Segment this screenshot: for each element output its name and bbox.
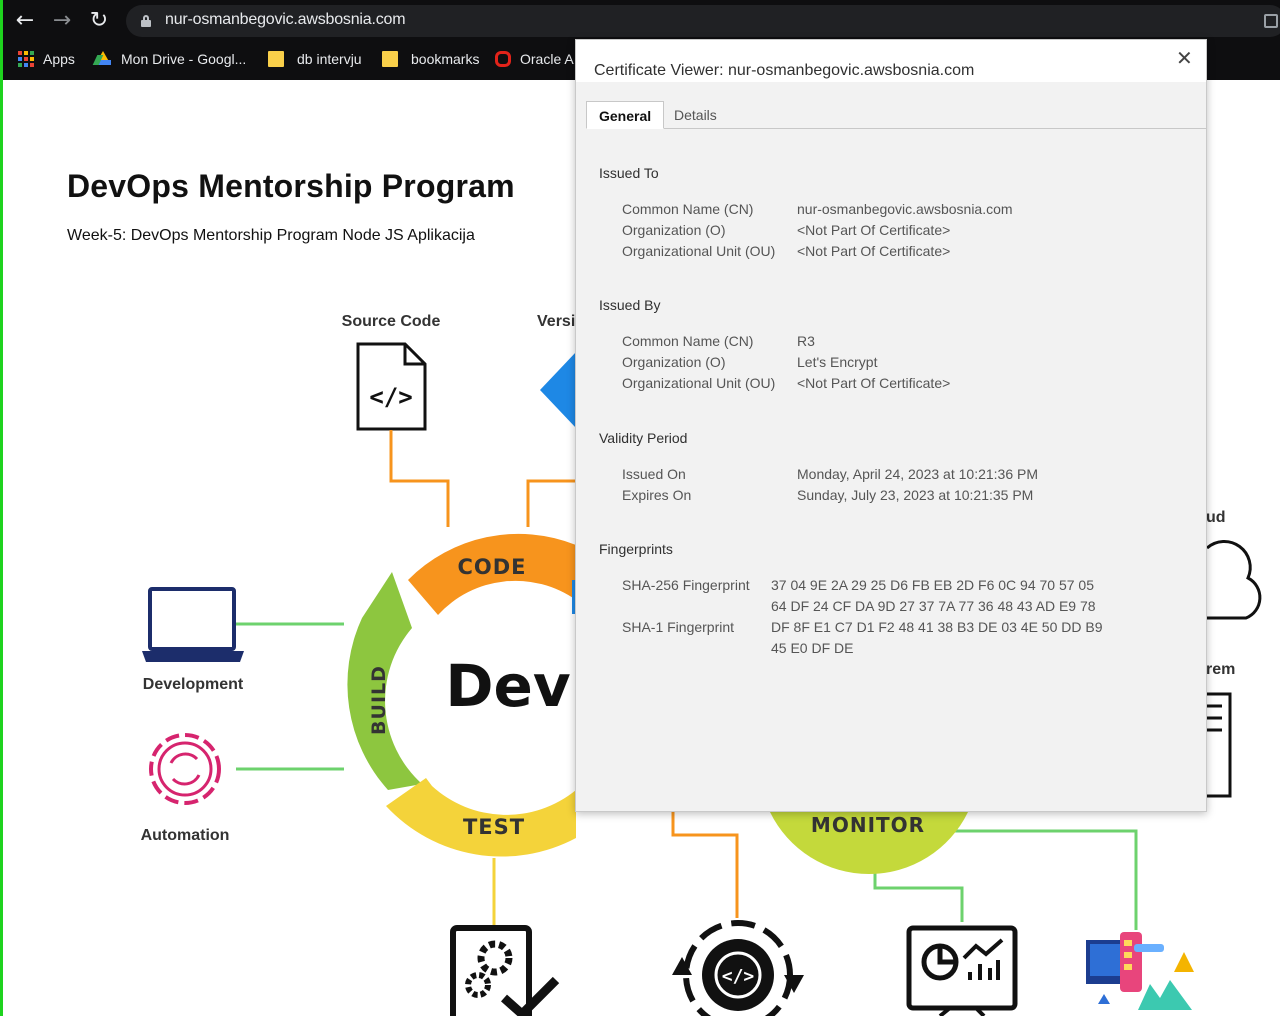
field-value: 45 E0 DF DE xyxy=(771,640,854,656)
cloud-label: ud xyxy=(1206,509,1226,526)
connector-line xyxy=(526,479,576,527)
development-label: Development xyxy=(143,676,244,693)
field-value: 64 DF 24 CF DA 9D 27 37 7A 77 36 48 43 A… xyxy=(771,598,1096,614)
deploy-gear-code-icon: </> xyxy=(672,920,804,1016)
field-value: Monday, April 24, 2023 at 10:21:36 PM xyxy=(797,466,1039,482)
window-edge xyxy=(0,0,3,1016)
analytics-screens-icon xyxy=(1086,932,1194,1010)
source-code-file-icon: </> xyxy=(356,342,427,431)
cloud-icon xyxy=(1206,540,1262,620)
dialog-title: Certificate Viewer: nur-osmanbegovic.aws… xyxy=(594,62,975,79)
ring-label-build: BUILD xyxy=(368,665,390,735)
field-value: nur-osmanbegovic.awsbosnia.com xyxy=(797,201,1013,217)
field-value: <Not Part Of Certificate> xyxy=(797,375,951,391)
version-control-icon xyxy=(540,352,576,428)
tab-details[interactable]: Details xyxy=(662,101,729,129)
issued-to-heading: Issued To xyxy=(599,165,659,181)
connector-line xyxy=(671,812,739,918)
automation-label: Automation xyxy=(141,827,230,844)
field-value: Sunday, July 23, 2023 at 10:21:35 PM xyxy=(797,487,1034,503)
certificate-viewer-dialog: Certificate Viewer: nur-osmanbegovic.aws… xyxy=(575,39,1207,812)
container-label: rem xyxy=(1206,661,1235,678)
field-label: SHA-256 Fingerprint xyxy=(622,577,750,593)
tab-general[interactable]: General xyxy=(586,101,665,129)
document-list-icon xyxy=(1207,692,1232,798)
field-label: Common Name (CN) xyxy=(622,333,754,349)
automation-gear-icon xyxy=(149,733,221,805)
source-code-label: Source Code xyxy=(342,313,441,330)
ring-label-code: CODE xyxy=(457,555,526,579)
field-label: Organization (O) xyxy=(622,222,726,238)
validity-heading: Validity Period xyxy=(599,430,688,446)
svg-text:</>: </> xyxy=(722,966,755,987)
connector-line xyxy=(948,829,1138,930)
field-value: 37 04 9E 2A 29 25 D6 FB EB 2D F6 0C 94 7… xyxy=(771,577,1094,593)
field-label: Issued On xyxy=(622,466,686,482)
connector-line xyxy=(389,430,450,527)
monitoring-dashboard-icon xyxy=(906,925,1018,1016)
field-value: Let's Encrypt xyxy=(797,354,878,370)
field-value: DF 8F E1 C7 D1 F2 48 41 38 B3 DE 03 4E 5… xyxy=(771,619,1103,635)
field-label: SHA-1 Fingerprint xyxy=(622,619,735,635)
field-label: Common Name (CN) xyxy=(622,201,754,217)
field-value: R3 xyxy=(797,333,815,349)
build-settings-check-icon xyxy=(450,925,560,1016)
version-control-label: Versi xyxy=(537,313,575,330)
close-icon[interactable]: ✕ xyxy=(1176,46,1193,70)
field-label: Organizational Unit (OU) xyxy=(622,375,776,391)
field-value: <Not Part Of Certificate> xyxy=(797,222,951,238)
svg-text:</>: </> xyxy=(369,383,412,411)
field-value: <Not Part Of Certificate> xyxy=(797,243,951,259)
field-label: Expires On xyxy=(622,487,692,503)
field-label: Organization (O) xyxy=(622,354,726,370)
laptop-icon xyxy=(142,587,244,662)
issued-by-heading: Issued By xyxy=(599,297,661,313)
fingerprints-heading: Fingerprints xyxy=(599,541,673,557)
field-label: Organizational Unit (OU) xyxy=(622,243,776,259)
ring-label-monitor: MONITOR xyxy=(811,813,925,837)
ring-label-test: TEST xyxy=(463,815,525,839)
ring-center-text: Dev xyxy=(445,652,570,720)
